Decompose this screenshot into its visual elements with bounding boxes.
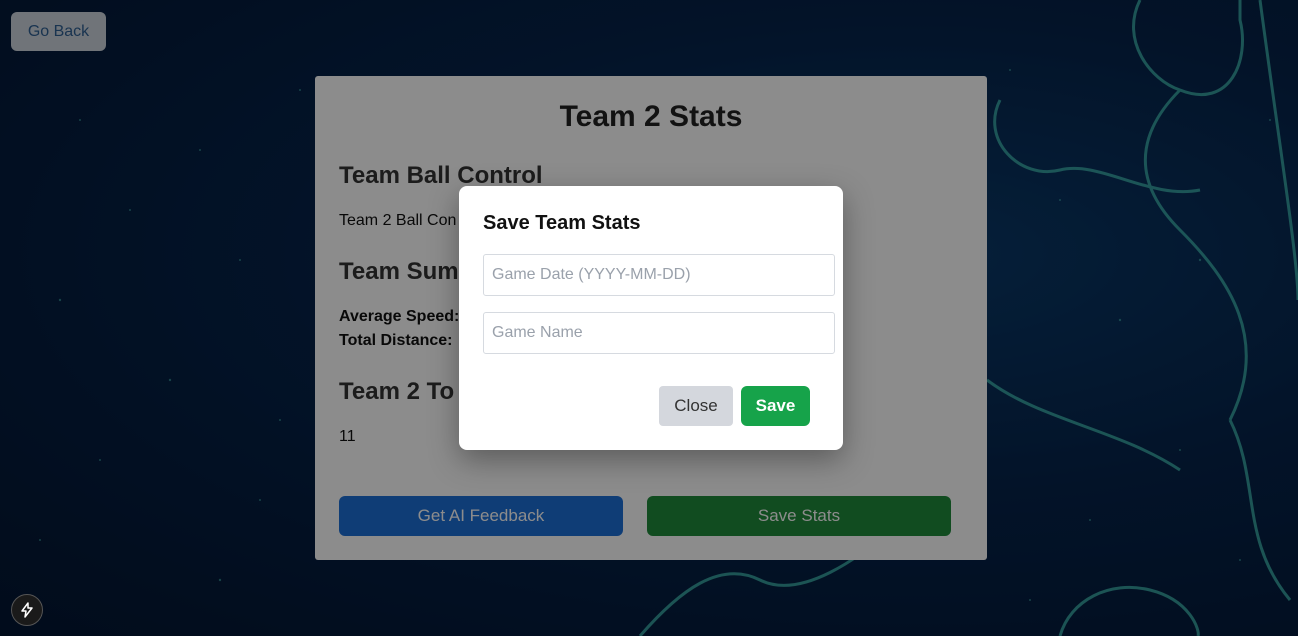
lightning-bolt-icon xyxy=(21,602,33,618)
close-button[interactable]: Close xyxy=(659,386,733,426)
modal-title: Save Team Stats xyxy=(483,212,641,234)
game-name-input[interactable] xyxy=(483,312,835,354)
game-date-input[interactable] xyxy=(483,254,835,296)
save-team-stats-modal: Save Team Stats Close Save xyxy=(459,186,843,450)
save-button[interactable]: Save xyxy=(741,386,810,426)
dev-indicator-button[interactable] xyxy=(11,594,43,626)
